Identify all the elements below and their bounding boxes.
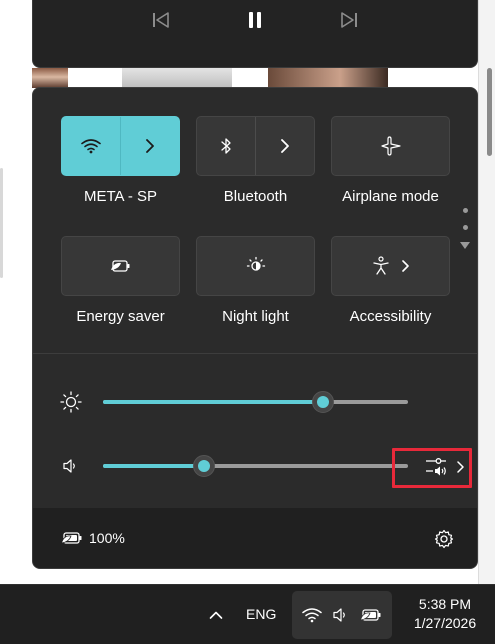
media-thumbnail — [32, 68, 68, 88]
wifi-expand-button[interactable] — [120, 117, 179, 175]
wifi-icon — [81, 139, 101, 154]
speaker-icon — [63, 459, 75, 473]
accessibility-icon — [372, 256, 389, 275]
input-language[interactable]: ENG — [246, 606, 276, 622]
media-flyout — [32, 0, 478, 68]
bluetooth-toggle[interactable] — [197, 117, 255, 175]
quick-settings-panel: META - SP Bluetooth Airplane mode Energy… — [32, 87, 478, 569]
clock-date: 1/27/2026 — [413, 615, 477, 631]
night-light-tile-label: Night light — [222, 308, 289, 325]
chevron-right-icon — [401, 260, 409, 272]
accessibility-tile[interactable] — [331, 236, 450, 296]
settings-button[interactable] — [431, 526, 457, 552]
media-controls — [33, 4, 477, 36]
background-scrollbar[interactable] — [487, 68, 492, 156]
bluetooth-tile — [196, 116, 315, 176]
volume-slider[interactable] — [103, 455, 408, 477]
energy-saver-icon — [110, 260, 129, 272]
chevron-right-icon — [146, 139, 154, 153]
chevron-right-icon — [281, 139, 289, 153]
next-track-button[interactable] — [332, 5, 366, 35]
night-light-icon — [246, 256, 265, 271]
background-window-left — [0, 168, 32, 584]
quick-settings-footer: 100% — [33, 508, 477, 568]
divider — [33, 353, 477, 354]
speaker-button[interactable] — [59, 454, 83, 478]
speaker-icon — [333, 608, 345, 622]
chevron-up-icon — [209, 611, 223, 619]
bluetooth-tile-label: Bluetooth — [223, 188, 288, 205]
show-hidden-icons-button[interactable] — [204, 603, 228, 627]
page-dot[interactable] — [462, 208, 468, 213]
battery-saver-icon — [360, 609, 381, 621]
clock-time: 5:38 PM — [418, 596, 472, 612]
brightness-slider-row — [33, 387, 477, 417]
wifi-icon — [302, 608, 322, 623]
taskbar: ENG 5:38 PM 1/27/2026 — [0, 584, 495, 644]
energy-saver-tile[interactable] — [61, 236, 180, 296]
wifi-toggle[interactable] — [62, 117, 120, 175]
volume-slider-thumb[interactable] — [192, 455, 215, 477]
pause-icon — [249, 12, 261, 28]
previous-track-button[interactable] — [144, 5, 178, 35]
quick-settings-tray-button[interactable] — [292, 591, 392, 639]
energy-saver-tile-label: Energy saver — [76, 308, 165, 325]
page-indicator[interactable] — [459, 208, 471, 249]
brightness-icon — [59, 390, 83, 414]
media-thumbnail — [122, 68, 232, 88]
bluetooth-icon — [221, 138, 231, 154]
next-track-icon — [341, 12, 357, 28]
volume-slider-fill — [103, 464, 204, 468]
brightness-slider-thumb[interactable] — [311, 391, 334, 413]
battery-status[interactable]: 100% — [61, 530, 125, 546]
media-thumbnail — [268, 68, 388, 88]
quick-settings-tiles: META - SP Bluetooth Airplane mode Energy… — [33, 88, 477, 354]
airplane-mode-tile-label: Airplane mode — [342, 188, 439, 205]
brightness-slider-fill — [103, 400, 323, 404]
previous-track-icon — [153, 12, 169, 28]
airplane-icon — [380, 136, 401, 156]
battery-saver-icon — [61, 532, 82, 544]
airplane-mode-tile[interactable] — [331, 116, 450, 176]
page-down-icon[interactable] — [460, 242, 470, 249]
night-light-tile[interactable] — [196, 236, 315, 296]
pause-button[interactable] — [238, 5, 272, 35]
battery-percentage: 100% — [89, 530, 125, 546]
brightness-slider[interactable] — [103, 391, 408, 413]
bluetooth-expand-button[interactable] — [255, 117, 314, 175]
accessibility-tile-label: Accessibility — [349, 308, 432, 325]
clock[interactable]: 5:38 PM 1/27/2026 — [404, 595, 486, 633]
gear-icon — [434, 529, 454, 549]
wifi-tile-label: META - SP — [83, 188, 158, 205]
background-window-left-edge — [0, 168, 3, 278]
highlight-box — [392, 448, 472, 488]
page-dot[interactable] — [462, 225, 468, 230]
wifi-tile — [61, 116, 180, 176]
